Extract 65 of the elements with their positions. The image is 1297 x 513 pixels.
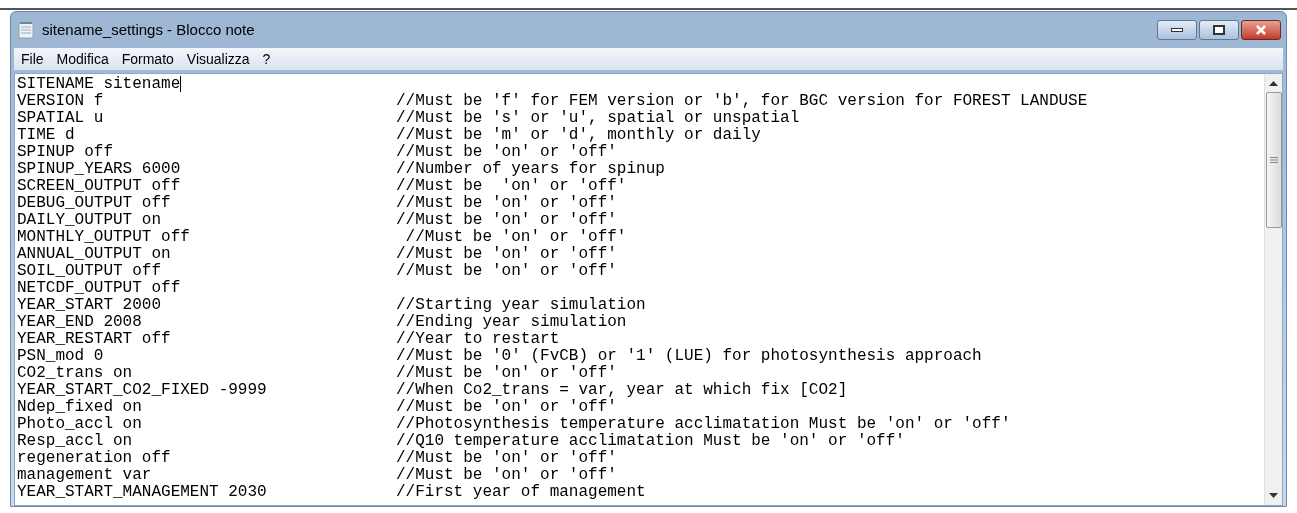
setting-text: SOIL_OUTPUT off	[17, 263, 163, 280]
setting-text: YEAR_START_CO2_FIXED -9999	[17, 382, 268, 399]
comment-text: //Ending year simulation	[396, 314, 627, 331]
setting-text: DEBUG_OUTPUT off	[17, 195, 172, 212]
comment-text: //Must be 'on' or 'off'	[396, 450, 617, 467]
comment-text: //Must be 'on' or 'off'	[396, 365, 617, 382]
menu-item[interactable]: Visualizza	[186, 48, 250, 70]
setting-text: regeneration off	[17, 450, 172, 467]
vertical-scrollbar[interactable]	[1264, 74, 1282, 505]
maximize-button[interactable]	[1199, 20, 1239, 40]
setting-text: PSN_mod 0	[17, 348, 105, 365]
menu-item[interactable]: Formato	[121, 48, 174, 70]
setting-text: Ndep_fixed on	[17, 399, 143, 416]
scroll-down-icon[interactable]	[1269, 493, 1278, 499]
menu-item[interactable]: ?	[262, 48, 271, 70]
setting-text: SPINUP off	[17, 144, 114, 161]
close-button[interactable]	[1241, 20, 1281, 40]
comment-text: //Starting year simulation	[396, 297, 646, 314]
grip-icon	[1269, 157, 1278, 163]
comment-text: //Must be 'on' or 'off'	[396, 195, 617, 212]
setting-text: SITENAME sitename	[17, 76, 183, 93]
comment-text: //Year to restart	[396, 331, 560, 348]
comment-text: //Must be 'on' or 'off'	[404, 229, 627, 246]
scrollbar-thumb[interactable]	[1265, 92, 1282, 228]
comment-text: //First year of management	[396, 484, 646, 501]
setting-text: YEAR_START 2000	[17, 297, 163, 314]
setting-text: YEAR_START_MANAGEMENT 2030	[17, 484, 268, 501]
comment-text: //Must be 'on' or 'off'	[396, 263, 617, 280]
setting-text: NETCDF_OUTPUT off	[17, 280, 182, 297]
comment-text: //Must be 's' or 'u', spatial or unspatial	[396, 110, 800, 127]
comment-text: //Photosynthesis temperature acclimatation Must be 'on' or 'off'	[396, 416, 1011, 433]
window-title: sitename_settings - Blocco note	[42, 19, 255, 40]
setting-text: DAILY_OUTPUT on	[17, 212, 162, 229]
text-cursor	[180, 76, 182, 92]
comment-text: //Must be 'on' or 'off'	[396, 212, 617, 229]
close-icon	[1255, 25, 1267, 35]
setting-text: SPATIAL u	[17, 110, 105, 127]
setting-text: TIME d	[17, 127, 76, 144]
setting-text: Resp_accl on	[17, 433, 134, 450]
minimize-button[interactable]	[1157, 20, 1197, 40]
menu-item[interactable]: File	[21, 48, 44, 70]
comment-text: //Must be 'm' or 'd', monthly or daily	[396, 127, 761, 144]
menu-item[interactable]: Modifica	[56, 48, 109, 70]
comment-text: //Must be 'f' for FEM version or 'b', for BGC version for FOREST LANDUSE	[396, 93, 1088, 110]
comment-text: //Must be 'on' or 'off'	[396, 399, 617, 416]
setting-text: MONTHLY_OUTPUT off	[17, 229, 191, 246]
setting-text: SCREEN_OUTPUT off	[17, 178, 182, 195]
setting-text: SPINUP_YEARS 6000	[17, 161, 182, 178]
setting-text: management var	[17, 467, 153, 484]
comment-text: //Must be 'on' or 'off'	[396, 467, 617, 484]
comment-text: //Must be '0' (FvCB) or '1' (LUE) for photosynthesis approach	[396, 348, 982, 365]
scroll-up-icon[interactable]	[1269, 80, 1278, 86]
comment-text: //Must be 'on' or 'off'	[396, 246, 617, 263]
setting-text: VERSION f	[17, 93, 105, 110]
notepad-icon	[18, 21, 34, 39]
setting-text: ANNUAL_OUTPUT on	[17, 246, 172, 263]
setting-text: YEAR_RESTART off	[17, 331, 172, 348]
comment-text: //Must be 'on' or 'off'	[396, 178, 627, 195]
comment-text: //Number of years for spinup	[396, 161, 665, 178]
setting-text: Photo_accl on	[17, 416, 143, 433]
setting-text: YEAR_END 2008	[17, 314, 142, 331]
comment-text: //When Co2_trans = var, year at which fix [CO2]	[396, 382, 848, 399]
comment-text: //Q10 temperature acclimatation Must be 'on' or 'off'	[396, 433, 905, 450]
comment-text: //Must be 'on' or 'off'	[396, 144, 617, 161]
setting-text: CO2_trans on	[17, 365, 134, 382]
